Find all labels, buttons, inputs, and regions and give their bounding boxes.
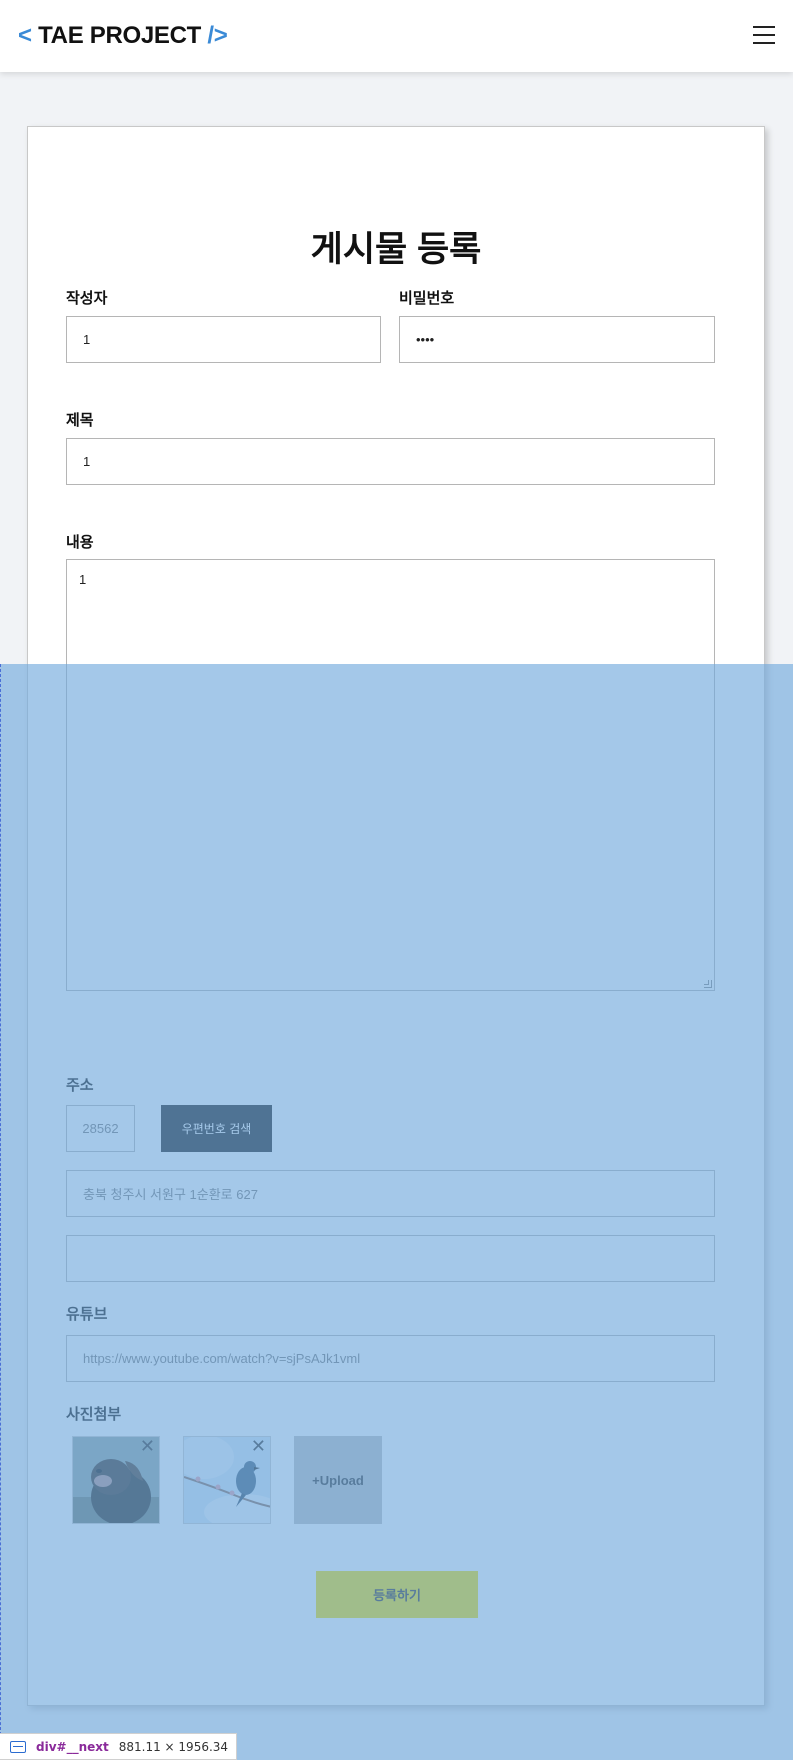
youtube-input[interactable]: https://www.youtube.com/watch?v=sjPsAJk1… [66,1335,715,1382]
zipcode-search-button[interactable]: 우편번호 검색 [161,1105,272,1152]
password-input[interactable]: •••• [399,316,715,363]
address-detail-input[interactable] [66,1235,715,1282]
photo-thumbnail-dog[interactable]: ✕ [72,1436,160,1524]
devtools-element-tooltip: div#__next 881.11 × 1956.34 [0,1733,238,1760]
subject-input[interactable]: 1 [66,438,715,485]
logo-close-bracket: /> [207,22,228,49]
address-input[interactable]: 충북 청주시 서원구 1순환로 627 [66,1170,715,1217]
devtools-dimensions: 881.11 × 1956.34 [118,1739,229,1754]
element-layout-icon [10,1740,26,1753]
upload-button[interactable]: +Upload [294,1436,382,1524]
hamburger-icon[interactable] [753,26,775,46]
subject-label: 제목 [66,412,94,429]
photo-label: 사진첨부 [66,1406,122,1423]
password-label: 비밀번호 [399,290,455,307]
devtools-selector: div#__next [36,1739,109,1754]
youtube-label: 유튜브 [66,1306,108,1323]
close-icon[interactable]: ✕ [140,1437,155,1455]
writer-input[interactable]: 1 [66,316,381,363]
address-label: 주소 [66,1077,94,1094]
resize-handle-icon[interactable] [704,980,712,988]
photo-thumbnail-bird[interactable]: ✕ [183,1436,271,1524]
zipcode-input[interactable]: 28562 [66,1105,135,1152]
logo[interactable]: < TAE PROJECT /> [18,22,228,50]
close-icon[interactable]: ✕ [251,1437,266,1455]
page-title: 게시물 등록 [310,230,482,269]
contents-textarea[interactable]: 1 [66,559,715,991]
logo-text: TAE PROJECT [38,22,202,49]
top-header: < TAE PROJECT /> [0,0,793,72]
submit-button[interactable]: 등록하기 [316,1571,478,1618]
writer-label: 작성자 [66,290,108,307]
contents-value: 1 [79,572,87,587]
logo-open-bracket: < [18,22,32,49]
contents-label: 내용 [66,534,94,551]
board-write-card: 게시물 등록 작성자 1 비밀번호 •••• 제목 1 내용 1 주소 2856… [27,126,765,1706]
